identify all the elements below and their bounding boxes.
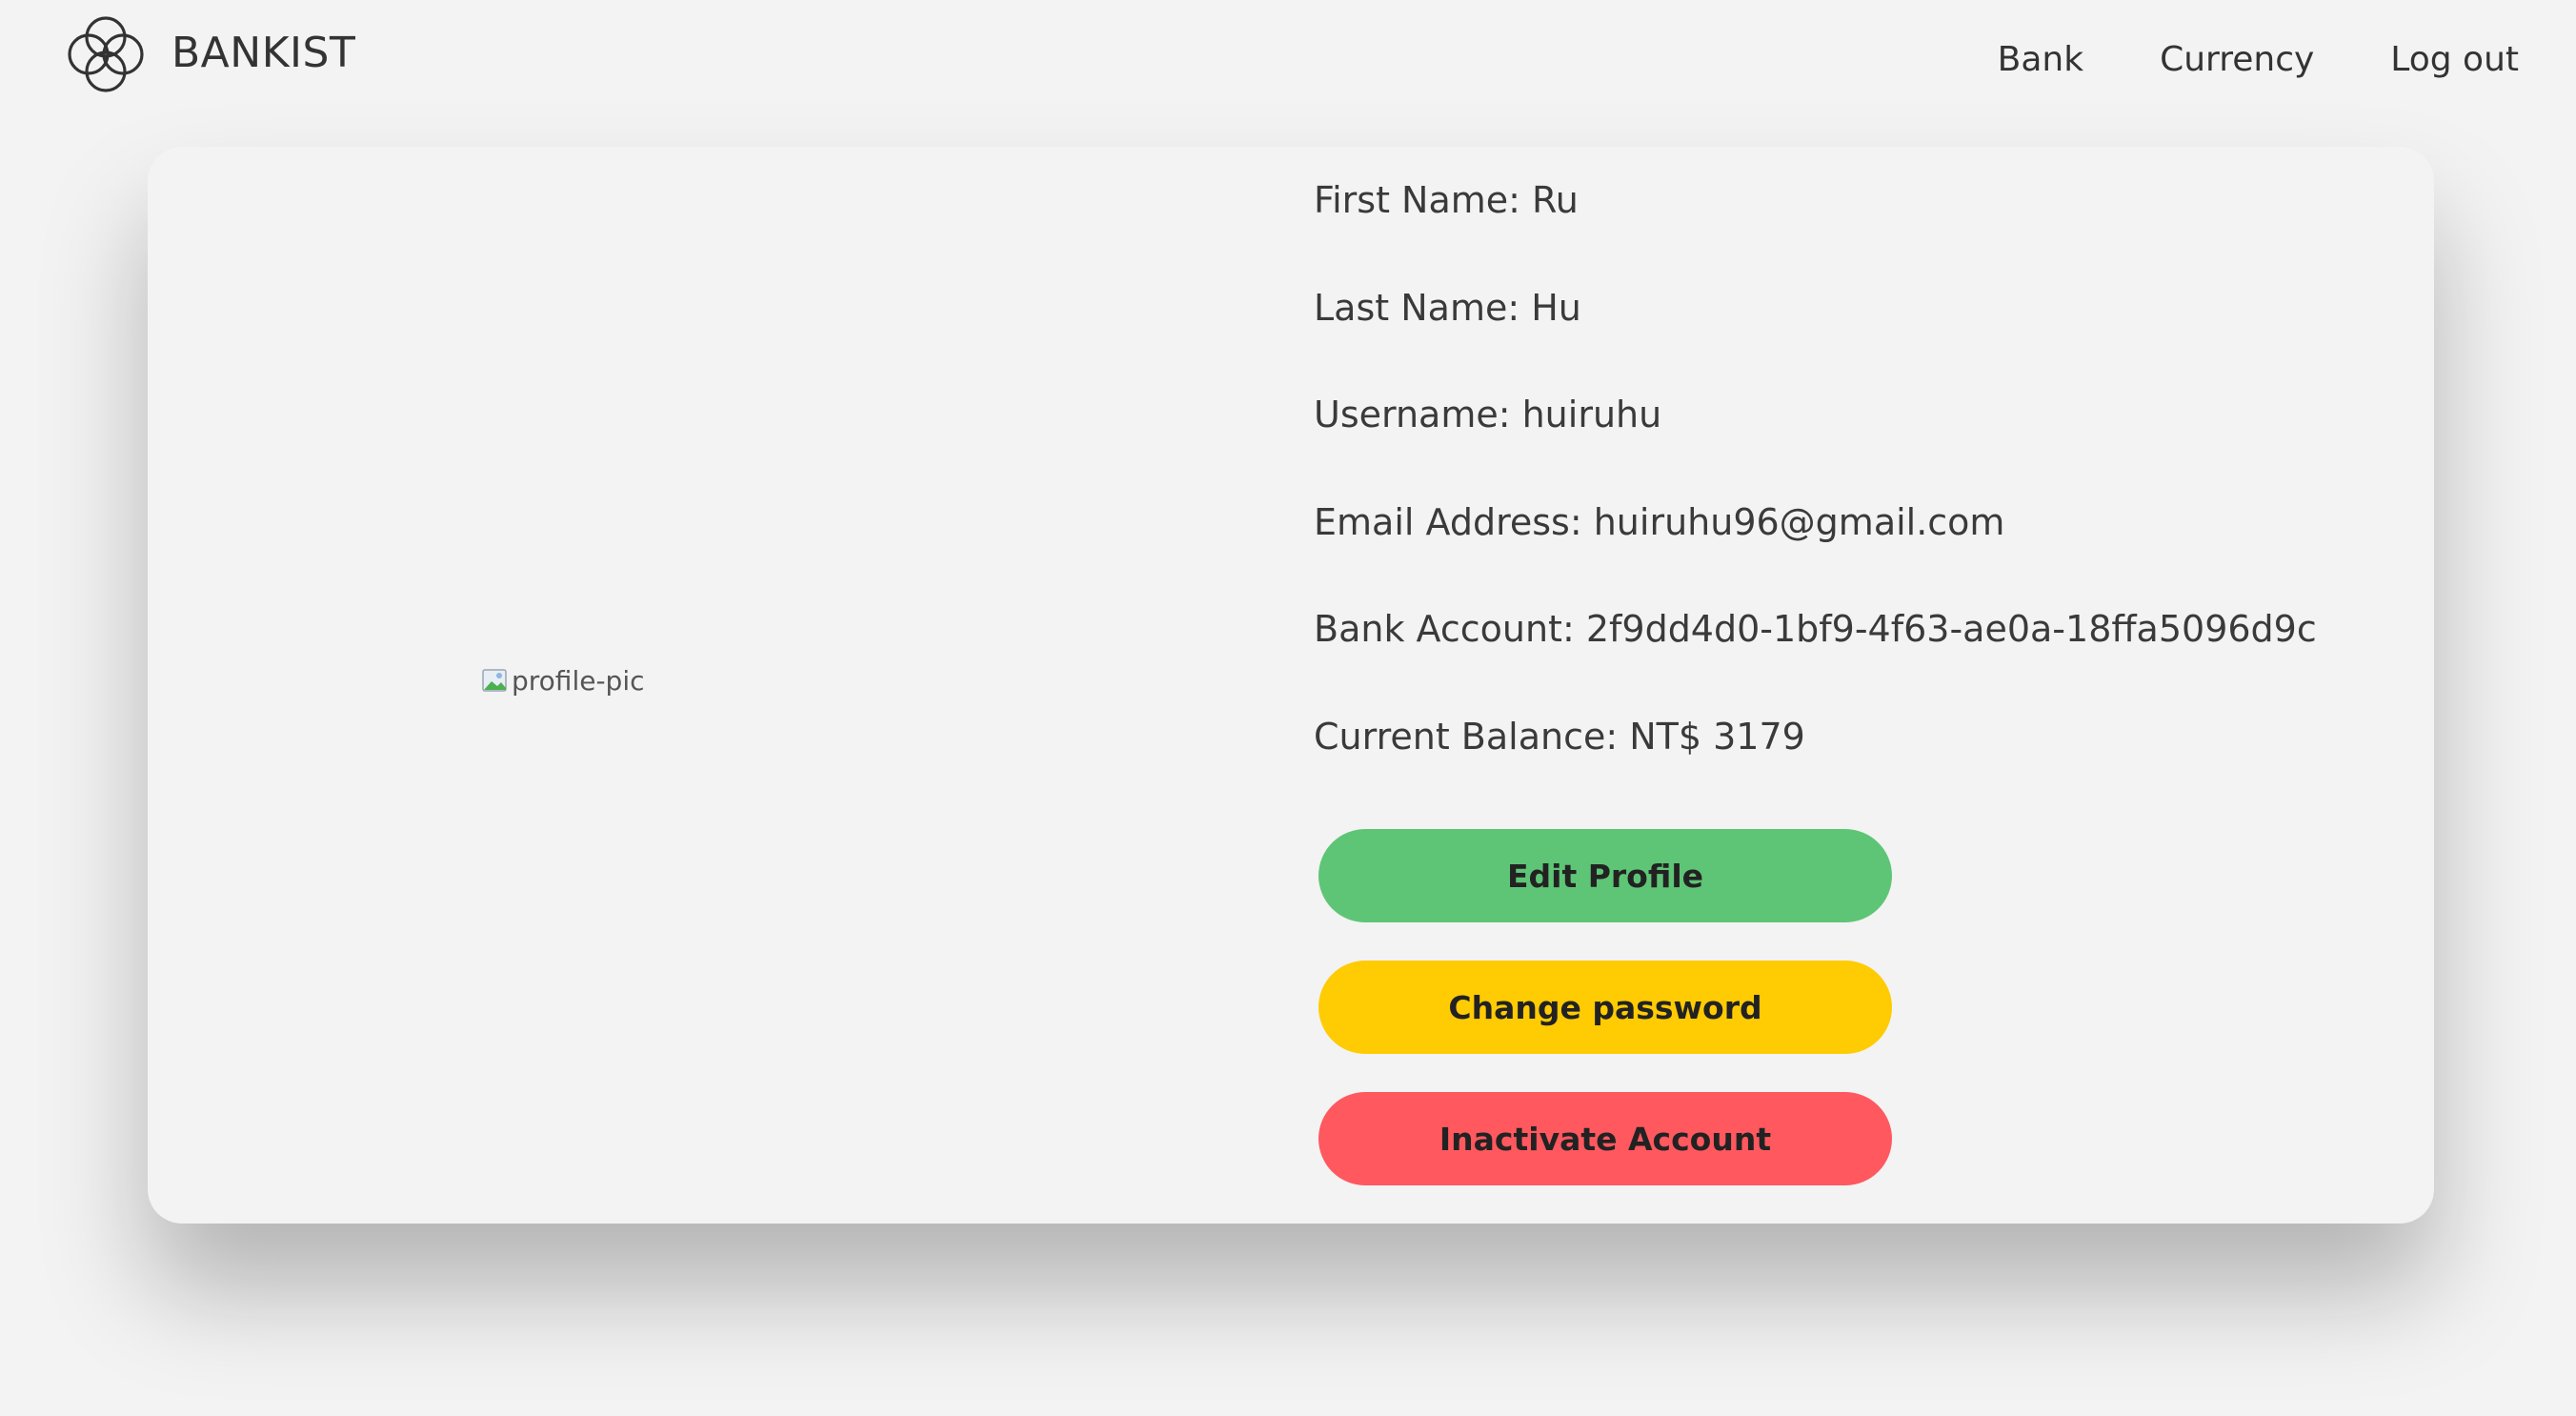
change-password-button[interactable]: Change password	[1318, 961, 1892, 1054]
main-nav: Bank Currency Log out	[1998, 36, 2519, 84]
brand-name: BANKIST	[171, 29, 356, 77]
first-name-field: First Name: Ru	[1314, 179, 1579, 221]
inactivate-account-button[interactable]: Inactivate Account	[1318, 1092, 1892, 1185]
edit-profile-button[interactable]: Edit Profile	[1318, 829, 1892, 922]
profile-picture-alt-text: profile-pic	[512, 665, 645, 697]
profile-card: profile-pic First Name: Ru Last Name: Hu…	[148, 147, 2434, 1224]
current-balance-field: Current Balance: NT$ 3179	[1314, 715, 1805, 758]
profile-picture: profile-pic	[481, 665, 645, 697]
last-name-field: Last Name: Hu	[1314, 286, 1581, 329]
nav-link-bank[interactable]: Bank	[1998, 36, 2083, 84]
nav-link-log-out[interactable]: Log out	[2390, 36, 2519, 84]
username-field: Username: huiruhu	[1314, 394, 1662, 436]
broken-image-icon	[482, 668, 507, 692]
top-navigation-bar: BANKIST Bank Currency Log out	[0, 0, 2576, 114]
email-field: Email Address: huiruhu96@gmail.com	[1314, 500, 2005, 543]
bankist-logo-icon[interactable]	[63, 11, 149, 97]
profile-info: First Name: Ru Last Name: Hu Username: h…	[1314, 173, 2317, 818]
nav-link-currency[interactable]: Currency	[2160, 36, 2314, 84]
bank-account-field: Bank Account: 2f9dd4d0-1bf9-4f63-ae0a-18…	[1314, 608, 2317, 651]
